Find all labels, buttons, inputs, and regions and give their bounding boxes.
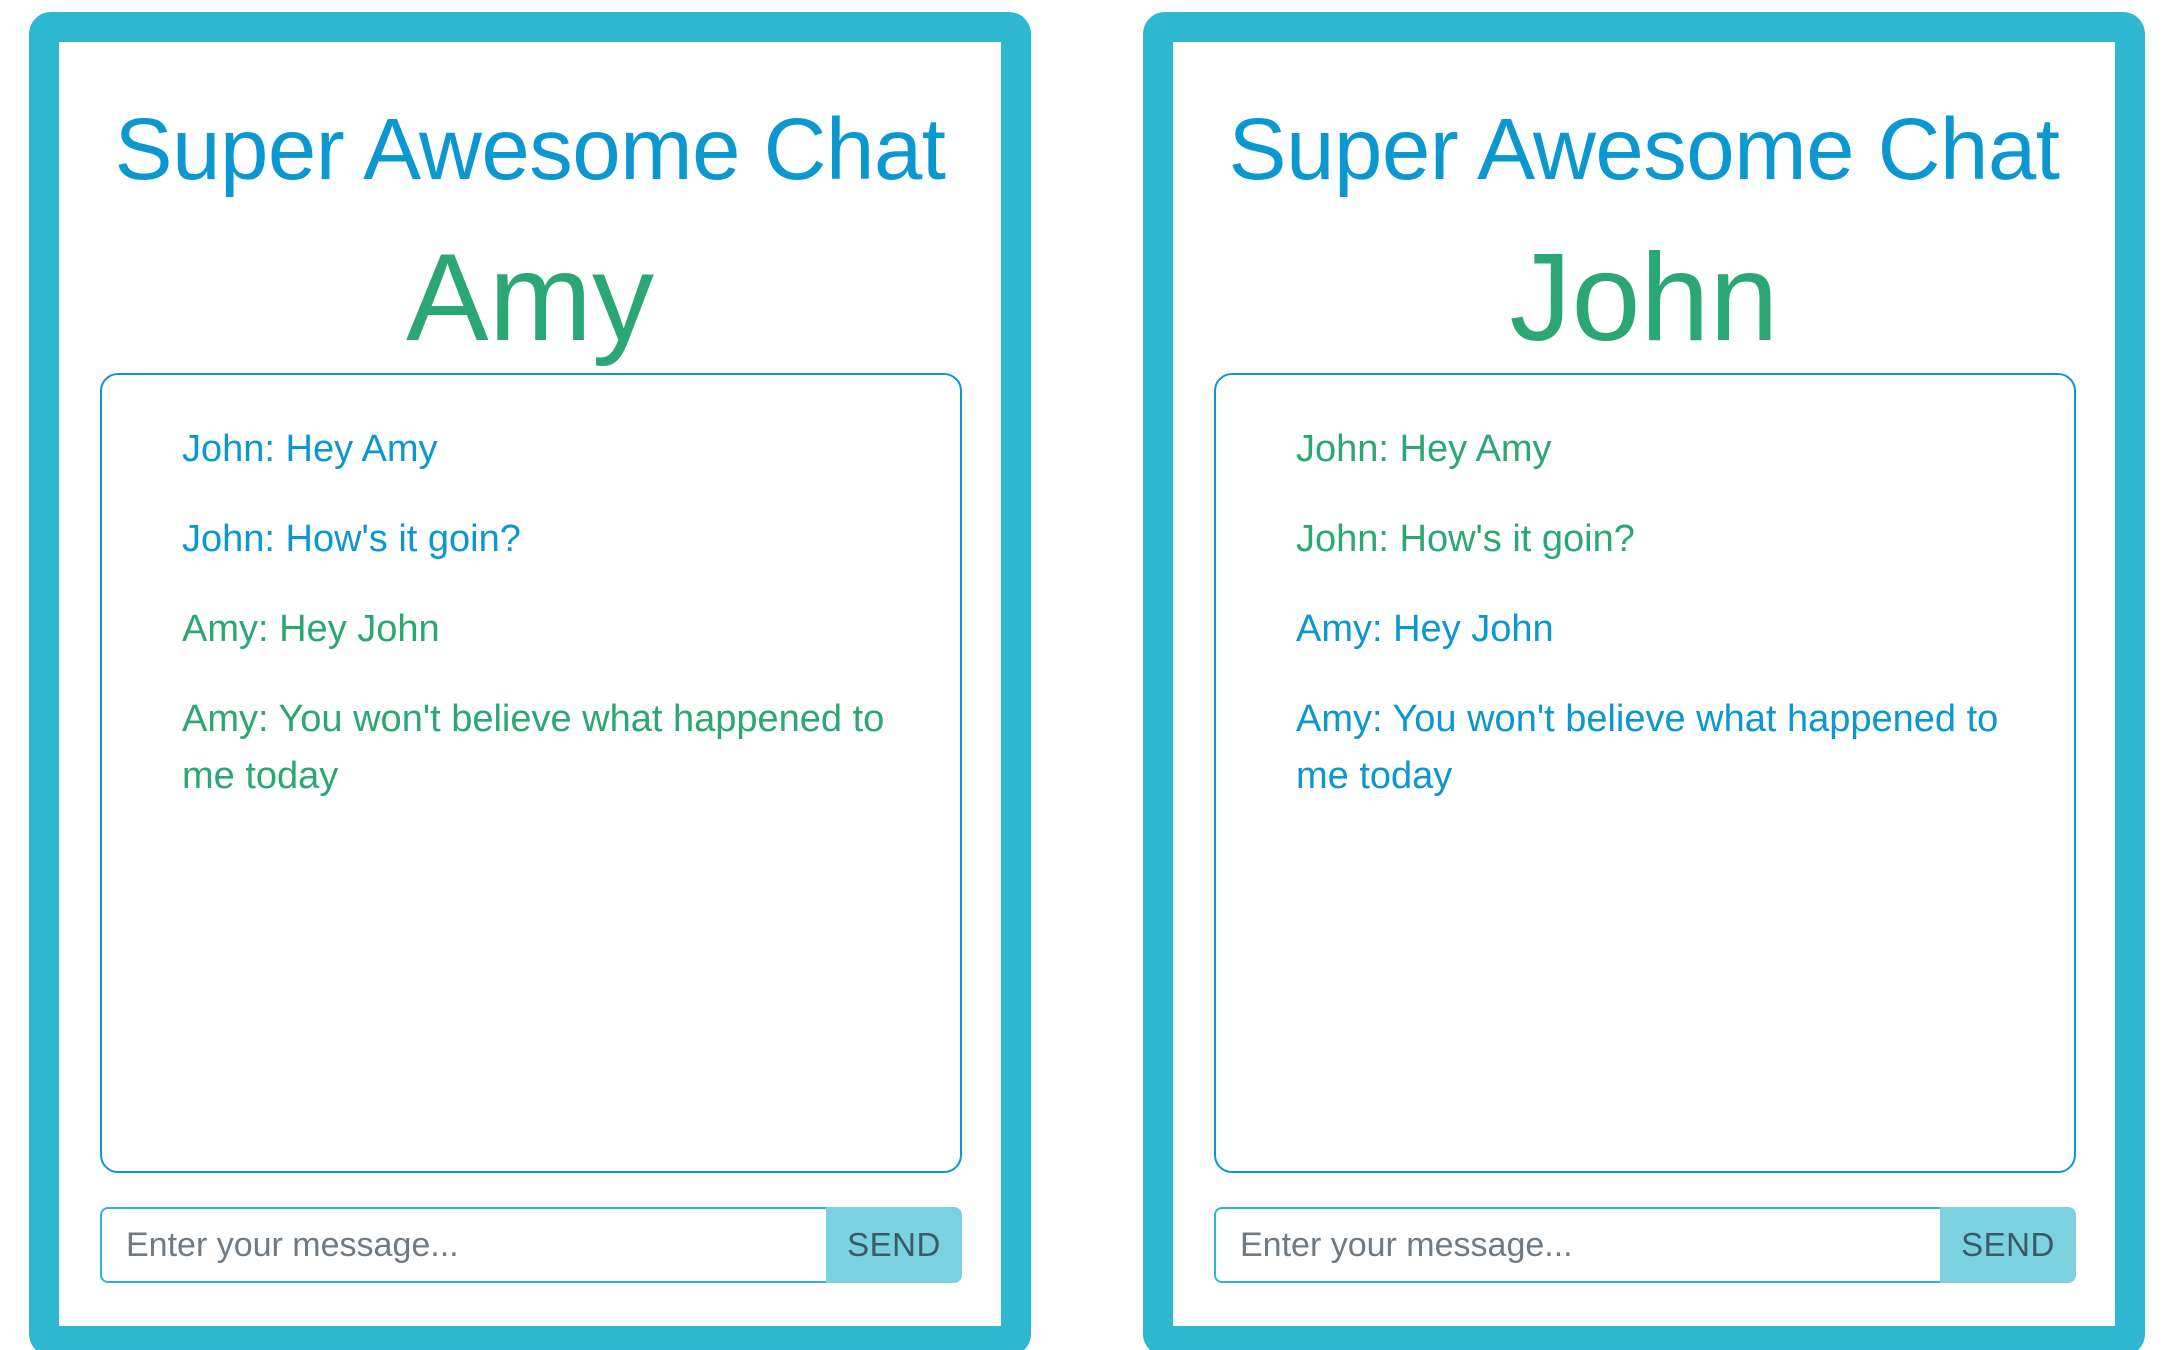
message-item: Amy: You won't believe what happened to … — [1296, 698, 1999, 797]
message-item: John: How's it goin? — [182, 518, 521, 560]
message-composer: SEND — [100, 1207, 962, 1283]
app-stage: Super Awesome Chat Amy John: Hey Amy Joh… — [0, 0, 2164, 1350]
message-input[interactable] — [100, 1207, 826, 1283]
chat-panel-inner: Super Awesome Chat Amy John: Hey Amy Joh… — [59, 42, 1001, 1326]
message-item: Amy: Hey John — [182, 608, 440, 650]
current-username: Amy — [406, 229, 654, 367]
message-list[interactable]: John: Hey Amy John: How's it goin? Amy: … — [1214, 373, 2076, 1173]
chat-panel-inner: Super Awesome Chat John John: Hey Amy Jo… — [1173, 42, 2115, 1326]
message-composer: SEND — [1214, 1207, 2076, 1283]
chat-title: Super Awesome Chat — [1228, 101, 2060, 198]
message-item: John: Hey Amy — [182, 428, 438, 470]
message-item: John: Hey Amy — [1296, 428, 1552, 470]
chat-panel-amy: Super Awesome Chat Amy John: Hey Amy Joh… — [29, 12, 1031, 1350]
chat-panel-john: Super Awesome Chat John John: Hey Amy Jo… — [1143, 12, 2145, 1350]
message-input[interactable] — [1214, 1207, 1940, 1283]
send-button[interactable]: SEND — [826, 1207, 962, 1283]
current-username: John — [1509, 229, 1779, 367]
message-list[interactable]: John: Hey Amy John: How's it goin? Amy: … — [100, 373, 962, 1173]
send-button[interactable]: SEND — [1940, 1207, 2076, 1283]
message-item: John: How's it goin? — [1296, 518, 1635, 560]
chat-title: Super Awesome Chat — [114, 101, 946, 198]
message-item: Amy: You won't believe what happened to … — [182, 698, 885, 797]
message-item: Amy: Hey John — [1296, 608, 1554, 650]
